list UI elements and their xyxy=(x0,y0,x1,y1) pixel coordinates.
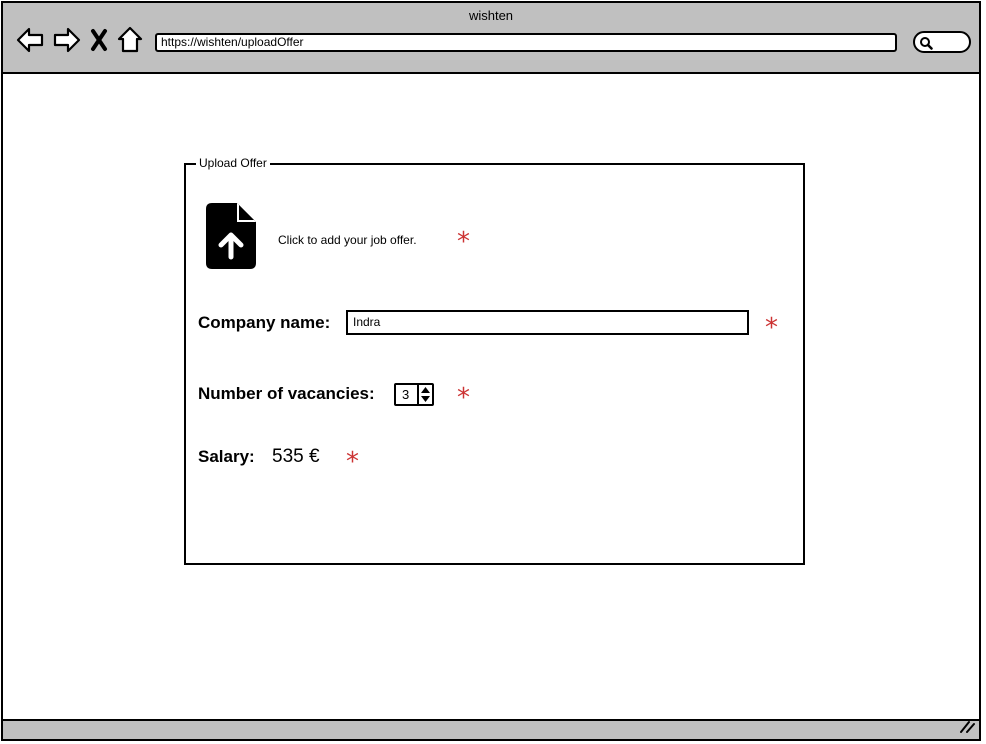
search-icon xyxy=(920,37,933,50)
file-upload-icon[interactable] xyxy=(206,203,256,274)
vacancies-stepper[interactable]: 3 xyxy=(394,383,434,406)
back-arrow-icon[interactable] xyxy=(15,25,45,55)
forward-arrow-icon[interactable] xyxy=(52,25,82,55)
upload-offer-fieldset: Upload Offer Click to add your job offer… xyxy=(184,155,805,565)
address-bar[interactable]: https://wishten/uploadOffer xyxy=(155,33,897,52)
up-down-arrows-icon[interactable] xyxy=(419,385,432,404)
browser-window: wishten https://wishten/uploadOffer Uplo… xyxy=(1,1,981,741)
required-asterisk: * xyxy=(765,313,778,343)
company-name-label: Company name: xyxy=(198,313,331,332)
required-asterisk: * xyxy=(457,383,470,413)
fieldset-legend: Upload Offer xyxy=(196,155,270,171)
browser-statusbar xyxy=(3,719,979,739)
required-asterisk: * xyxy=(457,227,470,257)
window-title: wishten xyxy=(468,8,514,23)
search-box[interactable] xyxy=(913,31,971,53)
salary-value: 535 € xyxy=(272,446,320,467)
browser-titlebar: wishten https://wishten/uploadOffer xyxy=(3,3,979,74)
stop-icon[interactable] xyxy=(89,25,109,55)
required-asterisk: * xyxy=(346,447,359,477)
home-icon[interactable] xyxy=(117,25,143,55)
upload-instruction[interactable]: Click to add your job offer. xyxy=(278,233,417,247)
resize-grip-icon[interactable] xyxy=(959,719,975,738)
salary-label: Salary: xyxy=(198,447,255,466)
vacancies-value: 3 xyxy=(402,387,410,402)
company-name-input[interactable]: Indra xyxy=(346,310,749,335)
vacancies-label: Number of vacancies: xyxy=(198,384,375,403)
stepper-arrows[interactable] xyxy=(417,385,432,404)
